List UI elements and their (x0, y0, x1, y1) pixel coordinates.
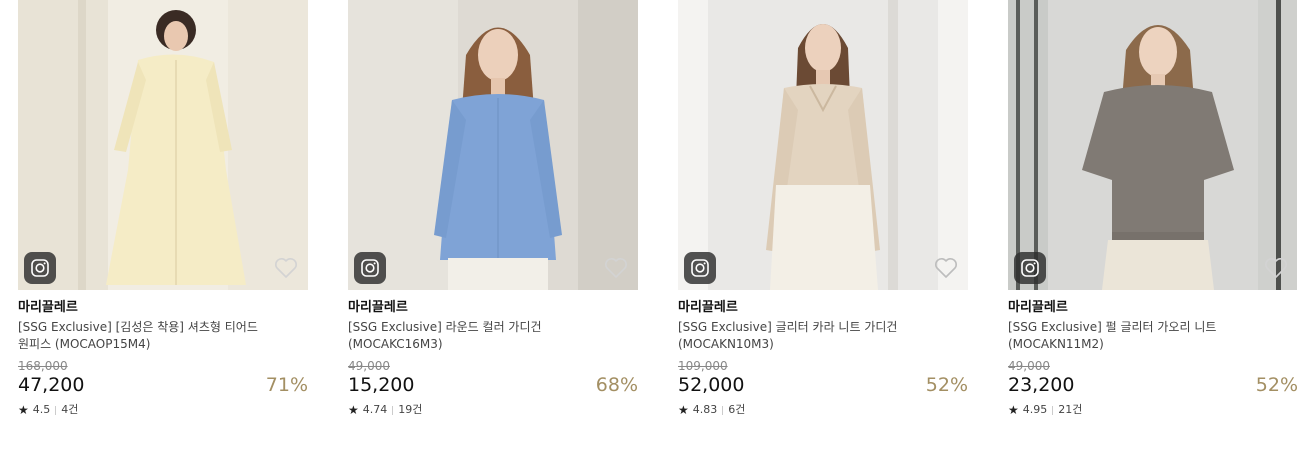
instagram-badge (354, 252, 386, 284)
product-title-line2: (MOCAKC16M3) (348, 337, 443, 351)
original-price: 49,000 (348, 359, 390, 373)
product-title[interactable]: [SSG Exclusive] 펄 글리터 가오리 니트 (MOCAKN11M2… (1008, 319, 1297, 353)
sale-price: 52,000 (678, 374, 745, 396)
original-price: 168,000 (18, 359, 68, 373)
instagram-icon (1021, 259, 1039, 277)
rating-row: ★ 4.95 21건 (1008, 403, 1297, 417)
product-image[interactable] (1008, 0, 1297, 290)
product-photo (348, 0, 638, 290)
product-title[interactable]: [SSG Exclusive] [김성은 착용] 셔츠형 티어드 원피스 (MO… (18, 319, 310, 353)
sale-price: 23,200 (1008, 374, 1075, 396)
instagram-icon (31, 259, 49, 277)
product-title-line2: (MOCAKN11M2) (1008, 337, 1104, 351)
star-icon: ★ (678, 403, 689, 417)
star-icon: ★ (348, 403, 359, 417)
divider (55, 405, 57, 415)
sale-price: 47,200 (18, 374, 85, 396)
product-image[interactable] (18, 0, 308, 290)
instagram-badge (684, 252, 716, 284)
brand-name[interactable]: 마리끌레르 (348, 300, 640, 316)
star-icon: ★ (1008, 403, 1019, 417)
product-title-line2: 원피스 (MOCAOP15M4) (18, 337, 151, 351)
heart-icon[interactable] (1264, 257, 1288, 279)
product-photo (1008, 0, 1297, 290)
divider (1052, 405, 1054, 415)
discount-rate: 68% (595, 374, 638, 396)
brand-name[interactable]: 마리끌레르 (18, 300, 310, 316)
review-count: 19건 (398, 403, 423, 416)
product-photo (18, 0, 308, 290)
brand-name[interactable]: 마리끌레르 (678, 300, 970, 316)
product-image[interactable] (678, 0, 968, 290)
divider (722, 405, 724, 415)
product-title-line1: [SSG Exclusive] 글리터 카라 니트 가디건 (678, 320, 898, 334)
discount-rate: 71% (265, 374, 308, 396)
product-title[interactable]: [SSG Exclusive] 라운드 컬러 가디건 (MOCAKC16M3) (348, 319, 640, 353)
instagram-icon (361, 259, 379, 277)
product-photo (678, 0, 968, 290)
brand-name[interactable]: 마리끌레르 (1008, 300, 1297, 316)
product-title-line1: [SSG Exclusive] 라운드 컬러 가디건 (348, 320, 542, 334)
review-count: 21건 (1058, 403, 1083, 416)
rating-value: 4.83 (692, 403, 718, 416)
product-title-line1: [SSG Exclusive] 펄 글리터 가오리 니트 (1008, 320, 1217, 334)
product-card[interactable]: 마리끌레르 [SSG Exclusive] 글리터 카라 니트 가디건 (MOC… (678, 0, 970, 417)
heart-icon[interactable] (604, 257, 628, 279)
discount-rate: 52% (925, 374, 968, 396)
original-price: 109,000 (678, 359, 728, 373)
divider (392, 405, 394, 415)
rating-value: 4.95 (1022, 403, 1048, 416)
rating-value: 4.74 (362, 403, 388, 416)
rating-row: ★ 4.83 6건 (678, 403, 970, 417)
instagram-icon (691, 259, 709, 277)
product-card[interactable]: 마리끌레르 [SSG Exclusive] 펄 글리터 가오리 니트 (MOCA… (1008, 0, 1297, 417)
instagram-badge (24, 252, 56, 284)
original-price: 49,000 (1008, 359, 1050, 373)
rating-row: ★ 4.5 4건 (18, 403, 310, 417)
heart-icon[interactable] (934, 257, 958, 279)
sale-price: 15,200 (348, 374, 415, 396)
product-title-line1: [SSG Exclusive] [김성은 착용] 셔츠형 티어드 (18, 320, 258, 334)
product-title-line2: (MOCAKN10M3) (678, 337, 774, 351)
rating-row: ★ 4.74 19건 (348, 403, 640, 417)
star-icon: ★ (18, 403, 29, 417)
product-card[interactable]: 마리끌레르 [SSG Exclusive] 라운드 컬러 가디건 (MOCAKC… (348, 0, 640, 417)
product-card[interactable]: 마리끌레르 [SSG Exclusive] [김성은 착용] 셔츠형 티어드 원… (18, 0, 310, 417)
instagram-badge (1014, 252, 1046, 284)
rating-value: 4.5 (32, 403, 51, 416)
product-grid: 마리끌레르 [SSG Exclusive] [김성은 착용] 셔츠형 티어드 원… (0, 0, 1297, 457)
product-title[interactable]: [SSG Exclusive] 글리터 카라 니트 가디건 (MOCAKN10M… (678, 319, 970, 353)
heart-icon[interactable] (274, 257, 298, 279)
review-count: 4건 (61, 403, 79, 416)
product-image[interactable] (348, 0, 638, 290)
discount-rate: 52% (1255, 374, 1297, 396)
review-count: 6건 (728, 403, 746, 416)
